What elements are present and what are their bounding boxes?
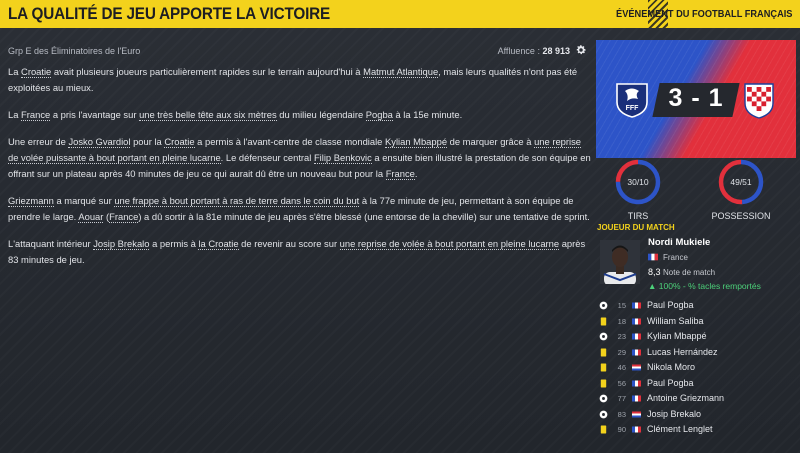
event-row[interactable]: 23 Kylian Mbappé — [596, 329, 796, 345]
player-portrait-icon — [603, 245, 637, 284]
fff-crest-icon[interactable]: FFF — [613, 82, 651, 118]
france-flag-icon — [632, 426, 641, 433]
event-row[interactable]: 15 Paul Pogba — [596, 298, 796, 314]
shots-label: TIRS — [627, 211, 649, 221]
stadium-link[interactable]: Matmut Atlantique — [363, 66, 439, 78]
event-row[interactable]: 18 William Saliba — [596, 314, 796, 330]
event-row[interactable]: 56 Paul Pogba — [596, 376, 796, 392]
event-row[interactable]: 46 Nikola Moro — [596, 360, 796, 376]
yellow-card-icon — [600, 316, 607, 326]
yellow-card-icon — [600, 347, 607, 357]
attendance-value: 28 913 — [542, 46, 570, 56]
france-flag-icon — [632, 380, 641, 386]
match-events-list: 15 Paul Pogba 18 William Saliba 23 Kylian Mba… — [596, 298, 796, 438]
team-link[interactable]: Croatie — [21, 66, 52, 78]
goal-ball-icon — [599, 410, 608, 418]
report-paragraph: Griezmann a marqué sur une frappe à bout… — [8, 195, 590, 223]
gear-icon[interactable] — [575, 44, 587, 56]
event-player-name[interactable]: Antoine Griezmann — [647, 393, 724, 403]
motm-rating: 8,3 — [648, 267, 661, 277]
report-paragraph: L'attaquant intérieur Josip Brekalo a pe… — [8, 238, 586, 265]
highlight-link[interactable]: une très belle tête aux six mètres — [139, 109, 277, 121]
event-player-name[interactable]: Nikola Moro — [647, 362, 695, 372]
france-flag-icon — [648, 253, 658, 261]
event-minute: 29 — [617, 347, 626, 357]
shots-value: 30/10 — [627, 177, 649, 187]
event-minute: 23 — [617, 332, 626, 341]
player-link[interactable]: Aouar — [78, 211, 104, 223]
possession-label: POSSESSION — [711, 211, 771, 221]
motm-key-stat: ▲ 100% - % tacles remportés — [648, 281, 761, 291]
player-link[interactable]: Josko Gvardiol — [68, 136, 131, 148]
event-player-name[interactable]: Kylian Mbappé — [647, 331, 707, 341]
event-row[interactable]: 29 Lucas Hernández — [596, 345, 796, 361]
yellow-card-icon — [600, 363, 607, 372]
france-flag-icon — [632, 349, 641, 355]
event-minute: 15 — [617, 301, 626, 310]
match-report: La Croatie avait plusieurs joueurs parti… — [8, 64, 592, 279]
player-link[interactable]: Kylian Mbappé — [385, 136, 448, 148]
player-link[interactable]: Pogba — [365, 109, 393, 121]
event-player-name[interactable]: William Saliba — [647, 316, 704, 326]
team-link[interactable]: France — [21, 109, 51, 121]
player-link[interactable]: Josip Brekalo — [93, 238, 150, 250]
page-header: LA QUALITÉ DE JEU APPORTE LA VICTOIRE ÉV… — [0, 0, 800, 28]
goal-ball-icon — [599, 332, 608, 341]
report-paragraph: La Croatie avait plusieurs joueurs parti… — [8, 66, 578, 93]
event-minute: 18 — [617, 316, 626, 326]
yellow-card-icon — [600, 425, 607, 434]
competition-label: Grp E des Éliminatoires de l'Euro — [8, 46, 141, 56]
event-row[interactable]: 83 Josip Brekalo — [596, 407, 796, 423]
event-player-name[interactable]: Josip Brekalo — [647, 409, 701, 419]
motm-rating-label: Note de match — [663, 268, 716, 277]
team-link[interactable]: Croatie — [164, 136, 195, 148]
highlight-link[interactable]: une reprise de volée à bout portant en p… — [339, 238, 560, 250]
event-player-name[interactable]: Paul Pogba — [647, 378, 694, 388]
possession-value: 49/51 — [730, 177, 752, 187]
france-flag-icon — [632, 302, 641, 309]
player-avatar[interactable] — [600, 240, 640, 284]
goal-ball-icon — [599, 301, 608, 310]
scoreboard: FFF 3 - 1 — [596, 40, 796, 158]
yellow-card-icon — [600, 378, 607, 388]
event-minute: 56 — [617, 378, 626, 388]
event-row[interactable]: 90 Clément Lenglet — [596, 422, 796, 438]
final-score: 3 - 1 — [668, 84, 724, 112]
report-paragraph: Une erreur de Josko Gvardiol pour la Cro… — [8, 136, 591, 180]
croatia-flag-icon — [632, 364, 641, 371]
croatia-flag-icon — [632, 411, 641, 417]
team-link[interactable]: la Croatie — [198, 238, 239, 250]
man-of-match-title: JOUEUR DU MATCH — [597, 223, 675, 232]
event-label: ÉVÉNEMENT DU FOOTBALL FRANÇAIS — [615, 8, 792, 20]
croatia-crest-icon[interactable] — [742, 81, 776, 119]
event-player-name[interactable]: Paul Pogba — [647, 300, 694, 310]
player-link[interactable]: Filip Benkovic — [313, 152, 372, 164]
team-link[interactable]: France — [385, 168, 415, 180]
event-minute: 77 — [617, 394, 626, 403]
goal-ball-icon — [599, 394, 608, 403]
attendance: Affluence : 28 913 — [498, 46, 570, 56]
event-player-name[interactable]: Clément Lenglet — [647, 424, 713, 434]
motm-country: France — [663, 253, 688, 262]
stat-arrow-icon: ▲ — [648, 281, 659, 291]
france-flag-icon — [632, 318, 641, 324]
france-flag-icon — [632, 395, 641, 402]
team-link[interactable]: France — [109, 211, 139, 223]
motm-player-name[interactable]: Nordi Mukiele — [648, 237, 710, 248]
page-title: LA QUALITÉ DE JEU APPORTE LA VICTOIRE — [8, 4, 331, 23]
report-paragraph: La France a pris l'avantage sur une très… — [8, 109, 463, 121]
player-link[interactable]: Griezmann — [8, 195, 54, 207]
attendance-label: Affluence : — [497, 46, 540, 56]
event-row[interactable]: 77 Antoine Griezmann — [596, 391, 796, 407]
event-minute: 46 — [617, 363, 626, 372]
event-minute: 83 — [617, 409, 626, 419]
event-player-name[interactable]: Lucas Hernández — [647, 347, 718, 357]
highlight-link[interactable]: une frappe à bout portant à ras de terre… — [114, 195, 360, 207]
svg-text:FFF: FFF — [626, 105, 640, 112]
france-flag-icon — [632, 333, 641, 340]
event-minute: 90 — [617, 425, 626, 434]
